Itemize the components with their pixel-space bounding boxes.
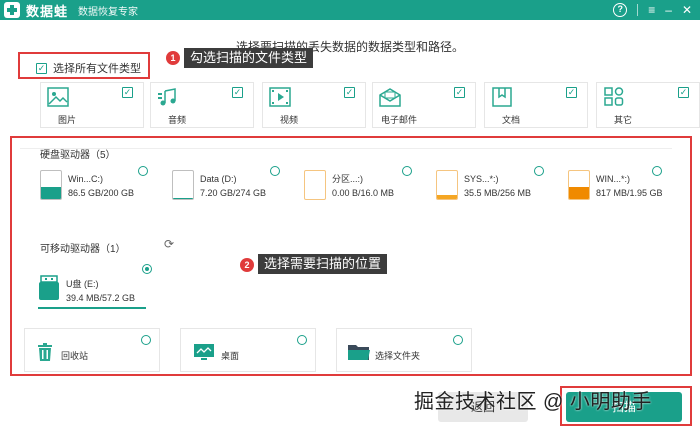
checkbox-icon[interactable]: ✓ [122, 87, 133, 98]
drive-radio-selected[interactable] [142, 264, 152, 274]
music-icon [158, 88, 176, 106]
drive-win[interactable]: WIN...*:) 817 MB/1.95 GB [568, 170, 663, 200]
mail-icon [379, 88, 401, 107]
hard-drive-icon [304, 170, 326, 200]
drive-name: Win...C:) [68, 174, 103, 184]
hard-drive-icon [436, 170, 458, 200]
file-type-video[interactable]: ✓ 视频 [262, 82, 366, 128]
drive-usb-e[interactable]: U盘 (E:) 39.4 MB/57.2 GB [38, 275, 146, 309]
annotation-badge-2: 2 [240, 258, 254, 272]
location-recycle-bin[interactable]: 回收站 [24, 328, 160, 372]
checkbox-icon[interactable]: ✓ [678, 87, 689, 98]
file-type-label: 音频 [167, 115, 186, 125]
file-type-label: 电子邮件 [380, 115, 417, 125]
drive-sys[interactable]: SYS...*:) 35.5 MB/256 MB [436, 170, 531, 200]
hard-drive-icon [40, 170, 62, 200]
hard-drive-icon [172, 170, 194, 200]
close-icon[interactable]: ✕ [682, 3, 692, 17]
select-all-checkbox[interactable]: ✓ 选择所有文件类型 [36, 60, 141, 76]
location-radio[interactable] [297, 335, 307, 345]
file-type-label: 文档 [501, 115, 520, 125]
watermark-text: 掘金技术社区 @ 小明助手 [414, 391, 652, 413]
file-type-image[interactable]: ✓ 图片 [40, 82, 144, 128]
drive-name: 分区...:) [332, 174, 363, 184]
drive-name: SYS...*:) [464, 174, 499, 184]
select-all-label: 选择所有文件类型 [53, 63, 141, 75]
refresh-icon[interactable]: ⟳ [164, 238, 176, 250]
location-desktop[interactable]: 桌面 [180, 328, 316, 372]
app-logo: 数据蛙 数据恢复专家 [0, 1, 138, 20]
checkbox-icon[interactable]: ✓ [566, 87, 577, 98]
drive-d[interactable]: Data (D:) 7.20 GB/274 GB [172, 170, 266, 200]
hard-drive-icon [568, 170, 590, 200]
drive-radio[interactable] [138, 166, 148, 176]
drive-radio[interactable] [402, 166, 412, 176]
folder-icon [348, 345, 370, 360]
usb-drive-icon [39, 275, 59, 300]
drive-radio[interactable] [534, 166, 544, 176]
video-icon [269, 87, 291, 107]
drive-radio[interactable] [270, 166, 280, 176]
drive-c[interactable]: Win...C:) 86.5 GB/200 GB [40, 170, 134, 200]
checkbox-icon[interactable]: ✓ [454, 87, 465, 98]
drive-usage: 39.4 MB/57.2 GB [66, 293, 136, 303]
checkbox-icon[interactable]: ✓ [232, 87, 243, 98]
app-name: 数据蛙 [26, 3, 69, 19]
file-type-audio[interactable]: ✓ 音频 [150, 82, 254, 128]
drive-usage: 0.00 B/16.0 MB [332, 188, 395, 198]
recycle-bin-icon [38, 343, 52, 361]
file-type-other[interactable]: ✓ 其它 [596, 82, 700, 128]
annotation-label-1: 勾选扫描的文件类型 [184, 48, 314, 68]
menu-icon[interactable]: ≡ [648, 3, 655, 17]
image-icon [47, 87, 69, 107]
drive-usage: 817 MB/1.95 GB [596, 188, 663, 198]
drive-name: Data (D:) [200, 174, 237, 184]
location-radio[interactable] [453, 335, 463, 345]
file-type-document[interactable]: ✓ 文档 [484, 82, 588, 128]
file-type-label: 视频 [279, 115, 298, 125]
logo-cross-icon [4, 2, 20, 18]
removable-drives-title: 可移动驱动器（1） [40, 244, 126, 255]
annotation-badge-1: 1 [166, 51, 180, 65]
desktop-icon [194, 344, 214, 360]
location-label: 选择文件夹 [375, 351, 421, 361]
location-label: 桌面 [221, 351, 240, 361]
location-radio[interactable] [141, 335, 151, 345]
divider [637, 4, 639, 16]
document-icon [492, 87, 512, 107]
minimize-icon[interactable]: – [665, 3, 672, 17]
hard-drives-title: 硬盘驱动器（5） [40, 150, 116, 161]
help-icon[interactable]: ? [613, 3, 628, 17]
drive-radio[interactable] [652, 166, 662, 176]
location-choose-folder[interactable]: 选择文件夹 [336, 328, 472, 372]
drive-usage: 7.20 GB/274 GB [200, 188, 267, 198]
title-bar: 数据蛙 数据恢复专家 ? ≡ – ✕ [0, 0, 700, 20]
file-type-email[interactable]: ✓ 电子邮件 [372, 82, 476, 128]
file-type-label: 图片 [57, 115, 76, 125]
other-icon [604, 87, 624, 106]
location-label: 回收站 [61, 351, 89, 361]
annotation-label-2: 选择需要扫描的位置 [258, 254, 388, 274]
checkbox-icon[interactable]: ✓ [344, 87, 355, 98]
drive-usage: 86.5 GB/200 GB [68, 188, 135, 198]
drive-name: U盘 (E:) [66, 279, 99, 289]
drive-usage: 35.5 MB/256 MB [464, 188, 532, 198]
checkbox-icon[interactable]: ✓ [36, 62, 47, 74]
app-subtitle: 数据恢复专家 [78, 6, 139, 18]
drive-partition[interactable]: 分区...:) 0.00 B/16.0 MB [304, 170, 394, 200]
file-type-label: 其它 [613, 115, 632, 125]
